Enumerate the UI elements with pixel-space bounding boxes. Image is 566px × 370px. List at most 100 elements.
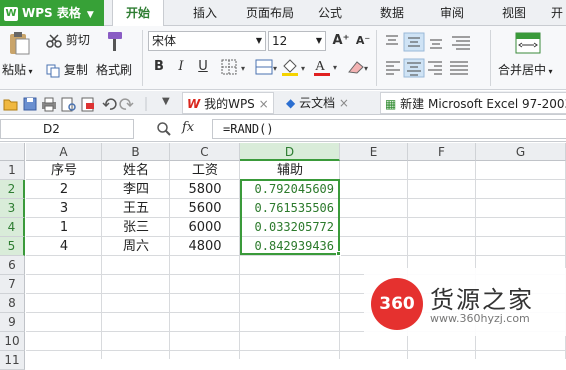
- tab-view[interactable]: 视图: [494, 0, 534, 26]
- paste-icon[interactable]: [6, 30, 32, 56]
- shrink-font-button[interactable]: A⁻: [354, 32, 372, 50]
- table-cell[interactable]: 4: [26, 237, 102, 256]
- svg-text:▾: ▾: [301, 64, 305, 73]
- tab-review[interactable]: 审阅: [432, 0, 472, 26]
- site-logo: 360: [371, 278, 423, 330]
- close-icon[interactable]: ×: [339, 96, 349, 110]
- select-all-corner[interactable]: [0, 143, 25, 161]
- ribbon-separator: [490, 30, 491, 86]
- copy-button[interactable]: 复制: [46, 62, 88, 78]
- print-icon: [42, 97, 56, 112]
- table-cell[interactable]: 5800: [170, 180, 240, 199]
- wps-logo-icon: W: [187, 97, 201, 111]
- italic-button[interactable]: I: [172, 58, 190, 76]
- quick-access-icons: [2, 95, 152, 113]
- tab-cloud-docs[interactable]: ◆ 云文档 ×: [282, 92, 353, 114]
- borders-button[interactable]: ▾: [220, 58, 250, 76]
- tab-data[interactable]: 数据: [372, 0, 412, 26]
- name-box[interactable]: D2: [0, 119, 134, 139]
- tab-new-document[interactable]: ▦ 新建 Microsoft Excel 97-2003: [380, 92, 566, 114]
- font-name-select[interactable]: 宋体 ▼: [148, 31, 266, 51]
- table-cell[interactable]: 1: [26, 218, 102, 237]
- wps-app-menu-button[interactable]: W WPS 表格 ▼: [0, 0, 104, 26]
- table-cell[interactable]: 李四: [102, 180, 170, 199]
- table-cell[interactable]: 5600: [170, 199, 240, 218]
- table-cell[interactable]: 王五: [102, 199, 170, 218]
- formula-input[interactable]: =RAND(): [212, 119, 566, 139]
- chevron-down-icon: ▼: [255, 36, 262, 45]
- tab-my-wps[interactable]: W 我的WPS ×: [182, 92, 274, 114]
- column-header-b[interactable]: B: [102, 143, 170, 161]
- row-header-4[interactable]: 4: [0, 218, 25, 237]
- row-header-2[interactable]: 2: [0, 180, 25, 199]
- format-painter-button[interactable]: 格式刷: [96, 62, 132, 78]
- paint-bucket-icon: ▾: [282, 59, 305, 76]
- header-cell[interactable]: 辅助: [240, 161, 340, 180]
- close-icon[interactable]: ×: [259, 97, 269, 111]
- copy-icon: [46, 64, 60, 77]
- redo-icon: [119, 98, 134, 110]
- cut-button[interactable]: 剪切: [46, 32, 90, 48]
- row-header-10[interactable]: 10: [0, 332, 25, 351]
- column-header-a[interactable]: A: [26, 143, 102, 161]
- column-header-c[interactable]: C: [170, 143, 240, 161]
- font-size-select[interactable]: 12 ▼: [268, 31, 326, 51]
- insert-function-button[interactable]: fx: [182, 120, 194, 135]
- merge-center-icon[interactable]: [514, 30, 542, 56]
- tab-developer[interactable]: 开: [548, 0, 566, 26]
- paste-button[interactable]: 粘贴 ▾: [2, 62, 33, 80]
- selection-range: [240, 179, 340, 255]
- row-header-3[interactable]: 3: [0, 199, 25, 218]
- fill-color-button[interactable]: ▾: [280, 58, 310, 76]
- tab-page-layout[interactable]: 页面布局: [238, 0, 302, 26]
- column-header-f[interactable]: F: [408, 143, 476, 161]
- spreadsheet-icon: ▦: [385, 97, 397, 111]
- fill-handle[interactable]: [336, 251, 341, 256]
- row-header-11[interactable]: 11: [0, 351, 25, 370]
- row-header-1[interactable]: 1: [0, 161, 25, 180]
- zoom-icon[interactable]: [156, 121, 172, 137]
- borders-icon: ▾: [221, 59, 245, 75]
- customize-toolbar-dropdown-icon[interactable]: ▼: [162, 96, 170, 107]
- table-cell[interactable]: 张三: [102, 218, 170, 237]
- underline-button[interactable]: U: [194, 58, 212, 76]
- header-cell[interactable]: 姓名: [102, 161, 170, 180]
- align-top-icon: [386, 35, 398, 45]
- tab-insert[interactable]: 插入: [180, 0, 230, 26]
- column-header-g[interactable]: G: [476, 143, 566, 161]
- tab-formulas[interactable]: 公式: [306, 0, 354, 26]
- site-url: www.360hyzj.com: [430, 312, 530, 325]
- horizontal-align-group: [382, 58, 478, 78]
- wps-logo-icon: W: [4, 6, 18, 21]
- vertical-align-group: [382, 32, 478, 52]
- merge-cells-icon[interactable]: ▾: [254, 58, 278, 76]
- clear-format-icon[interactable]: ▾: [346, 58, 372, 76]
- merge-center-button[interactable]: 合并居中 ▾: [498, 62, 553, 80]
- table-cell[interactable]: 2: [26, 180, 102, 199]
- save-icon: [23, 97, 37, 111]
- column-header-e[interactable]: E: [340, 143, 408, 161]
- tab-home[interactable]: 开始: [112, 0, 164, 27]
- print-preview-icon: [61, 97, 76, 112]
- chevron-down-icon: ▼: [315, 36, 322, 45]
- format-painter-icon[interactable]: [102, 30, 126, 54]
- row-header-9[interactable]: 9: [0, 313, 25, 332]
- table-cell[interactable]: 3: [26, 199, 102, 218]
- svg-text:▾: ▾: [241, 64, 245, 73]
- table-cell[interactable]: 周六: [102, 237, 170, 256]
- row-header-6[interactable]: 6: [0, 256, 25, 275]
- column-header-d[interactable]: D: [240, 143, 340, 161]
- table-cell[interactable]: 6000: [170, 218, 240, 237]
- header-cell[interactable]: 工资: [170, 161, 240, 180]
- table-cell[interactable]: 4800: [170, 237, 240, 256]
- header-cell[interactable]: 序号: [26, 161, 102, 180]
- row-header-8[interactable]: 8: [0, 294, 25, 313]
- open-folder-icon: [3, 99, 18, 111]
- row-header-7[interactable]: 7: [0, 275, 25, 294]
- undo-icon: [102, 98, 117, 110]
- font-color-button[interactable]: A ▾: [312, 57, 342, 77]
- bold-button[interactable]: B: [150, 58, 168, 76]
- row-header-5[interactable]: 5: [0, 237, 25, 256]
- grow-font-button[interactable]: A⁺: [332, 32, 350, 50]
- export-pdf-icon: [81, 97, 94, 112]
